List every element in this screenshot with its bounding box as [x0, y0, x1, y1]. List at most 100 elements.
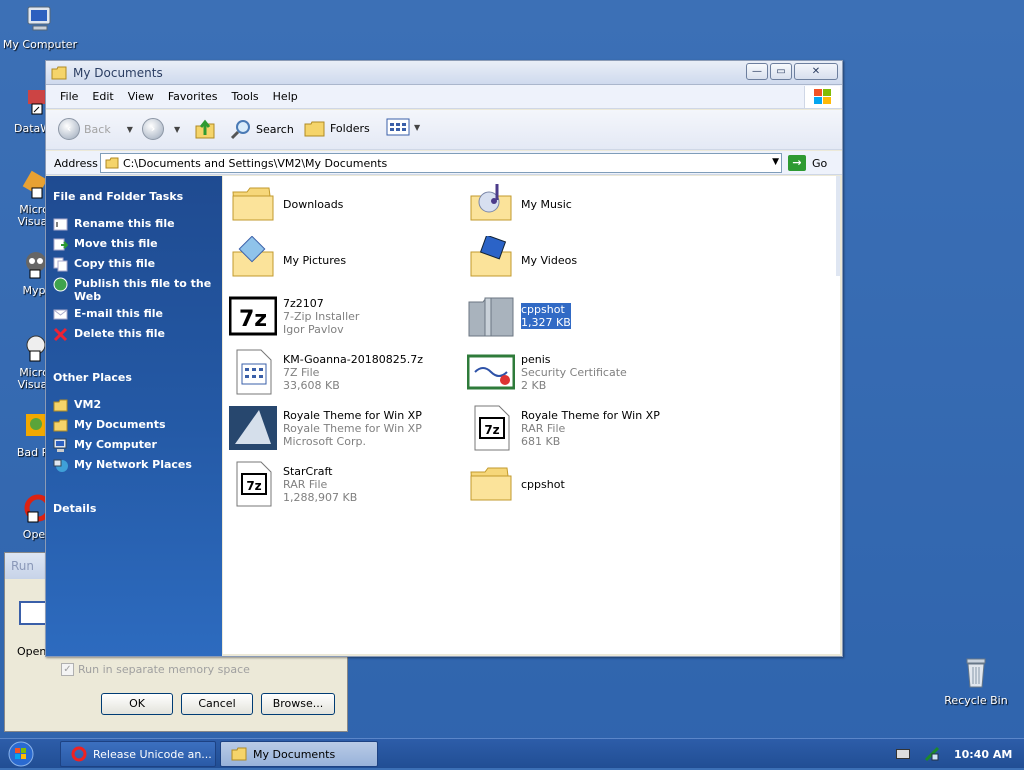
- file-type: RAR File: [521, 421, 566, 435]
- task-copy[interactable]: Copy this file: [53, 257, 218, 272]
- folder-icon: [470, 467, 512, 501]
- title-bar[interactable]: My Documents — ▭ ✕: [46, 61, 842, 85]
- copy-icon: [53, 257, 68, 272]
- task-rename[interactable]: Rename this file: [53, 217, 218, 232]
- close-button[interactable]: ✕: [794, 63, 838, 80]
- menu-file[interactable]: File: [54, 90, 84, 103]
- run-open-label: Open: [17, 645, 47, 658]
- address-path: C:\Documents and Settings\VM2\My Documen…: [123, 156, 388, 170]
- menu-view[interactable]: View: [122, 90, 160, 103]
- folders-icon: [304, 121, 325, 137]
- place-network[interactable]: My Network Places: [53, 458, 218, 473]
- opera-icon: [71, 746, 87, 762]
- file-item-cppshot-folder[interactable]: cppshot: [467, 460, 697, 508]
- go-button[interactable]: → Go: [788, 155, 827, 171]
- desktop-icon-label: My Computer: [2, 38, 78, 51]
- keyboard-icon[interactable]: [896, 749, 910, 759]
- delete-icon: [53, 327, 68, 342]
- svg-text:7z: 7z: [239, 307, 267, 332]
- views-icon: [386, 118, 410, 136]
- rename-icon: [53, 218, 68, 231]
- file-item-royale-installer[interactable]: Royale Theme for Win XP Royale Theme for…: [229, 404, 459, 452]
- back-button[interactable]: ‹ Back ▼: [58, 118, 133, 140]
- maximize-button[interactable]: ▭: [770, 63, 792, 80]
- run-separate-memory-checkbox[interactable]: ✓ Run in separate memory space: [61, 663, 250, 676]
- run-separate-memory-label: Run in separate memory space: [78, 663, 250, 676]
- place-my-computer[interactable]: My Computer: [53, 438, 218, 453]
- desktop-icon-recycle-bin[interactable]: Recycle Bin: [940, 656, 1012, 707]
- task-move[interactable]: Move this file: [53, 237, 218, 252]
- file-name: Downloads: [283, 197, 344, 211]
- file-item-km-goanna[interactable]: KM-Goanna-20180825.7z 7Z File 33,608 KB: [229, 348, 459, 396]
- taskbar-button-opera[interactable]: Release Unicode an...: [60, 741, 216, 767]
- file-item-royale-rar[interactable]: 7z Royale Theme for Win XP RAR File 681 …: [467, 404, 697, 452]
- up-folder-icon: [195, 119, 215, 139]
- place-label: My Computer: [74, 438, 157, 451]
- toolbar: ‹ Back ▼ › ▼ Search Folders ▼: [46, 110, 842, 150]
- place-label: My Documents: [74, 418, 166, 431]
- details-title[interactable]: Details: [53, 502, 96, 515]
- file-publisher: Microsoft Corp.: [283, 434, 366, 448]
- scrollbar[interactable]: [836, 176, 840, 276]
- file-item-my-music[interactable]: My Music: [467, 180, 697, 228]
- network-icon[interactable]: [924, 746, 940, 762]
- menu-favorites[interactable]: Favorites: [162, 90, 224, 103]
- place-vm2[interactable]: VM2: [53, 398, 218, 413]
- folders-button[interactable]: Folders: [304, 118, 370, 138]
- taskbar-button-my-documents[interactable]: My Documents: [220, 741, 378, 767]
- rar-file-icon: 7z: [474, 405, 510, 451]
- zip-icon: [468, 297, 514, 337]
- file-item-starcraft[interactable]: 7z StarCraft RAR File 1,288,907 KB: [229, 460, 459, 508]
- file-type: 7Z File: [283, 365, 320, 379]
- file-publisher: Igor Pavlov: [283, 322, 344, 336]
- chevron-down-icon[interactable]: ▼: [772, 157, 779, 167]
- file-item-certificate[interactable]: penis Security Certificate 2 KB: [467, 348, 697, 396]
- place-label: VM2: [74, 398, 102, 411]
- back-label: Back: [84, 122, 111, 136]
- views-button[interactable]: ▼: [386, 118, 420, 136]
- menu-edit[interactable]: Edit: [86, 90, 119, 103]
- task-label: Delete this file: [74, 327, 165, 340]
- task-email[interactable]: E-mail this file: [53, 307, 218, 322]
- minimize-button[interactable]: —: [746, 63, 768, 80]
- task-delete[interactable]: Delete this file: [53, 327, 218, 342]
- up-folder-button[interactable]: [194, 118, 216, 140]
- chevron-down-icon: ▼: [174, 124, 181, 134]
- ok-button[interactable]: OK: [101, 693, 173, 715]
- file-folder-tasks-title[interactable]: File and Folder Tasks: [53, 190, 183, 203]
- certificate-icon: [467, 354, 515, 390]
- recycle-bin-label: Recycle Bin: [944, 694, 1008, 707]
- file-size: 681 KB: [521, 434, 561, 448]
- videos-folder-icon: [470, 236, 512, 277]
- explorer-window: My Documents — ▭ ✕ File Edit View Favori…: [45, 60, 843, 657]
- file-name: Royale Theme for Win XP: [283, 408, 422, 422]
- file-item-7z2107[interactable]: 7z 7z2107 7-Zip Installer Igor Pavlov: [229, 292, 459, 340]
- menu-tools[interactable]: Tools: [226, 90, 265, 103]
- search-label: Search: [256, 122, 294, 136]
- rar-file-icon: 7z: [236, 461, 272, 507]
- file-name: KM-Goanna-20180825.7z: [283, 352, 423, 366]
- windows-orb-icon: [8, 741, 34, 767]
- search-button[interactable]: Search: [230, 118, 294, 140]
- clock[interactable]: 10:40 AM: [954, 748, 1012, 761]
- cancel-button[interactable]: Cancel: [181, 693, 253, 715]
- other-places-title[interactable]: Other Places: [53, 371, 132, 384]
- 7z-installer-icon: 7z: [229, 296, 277, 336]
- file-item-my-pictures[interactable]: My Pictures: [229, 236, 459, 284]
- file-item-downloads[interactable]: Downloads: [229, 180, 459, 228]
- menu-help[interactable]: Help: [267, 90, 304, 103]
- computer-icon: [53, 438, 67, 452]
- file-size: 2 KB: [521, 378, 547, 392]
- forward-button[interactable]: › ▼: [142, 118, 180, 140]
- file-size: 1,288,907 KB: [283, 490, 358, 504]
- music-folder-icon: [470, 184, 512, 221]
- desktop-icon-my-computer[interactable]: My Computer: [0, 4, 80, 51]
- address-input[interactable]: C:\Documents and Settings\VM2\My Documen…: [100, 153, 782, 173]
- task-publish[interactable]: Publish this file to the Web: [53, 277, 218, 303]
- task-label: Copy this file: [74, 257, 156, 270]
- browse-button[interactable]: Browse...: [261, 693, 335, 715]
- place-my-documents[interactable]: My Documents: [53, 418, 218, 433]
- file-item-my-videos[interactable]: My Videos: [467, 236, 697, 284]
- start-button[interactable]: [6, 741, 46, 767]
- file-item-cppshot-zip[interactable]: cppshot 1,327 KB: [467, 292, 697, 340]
